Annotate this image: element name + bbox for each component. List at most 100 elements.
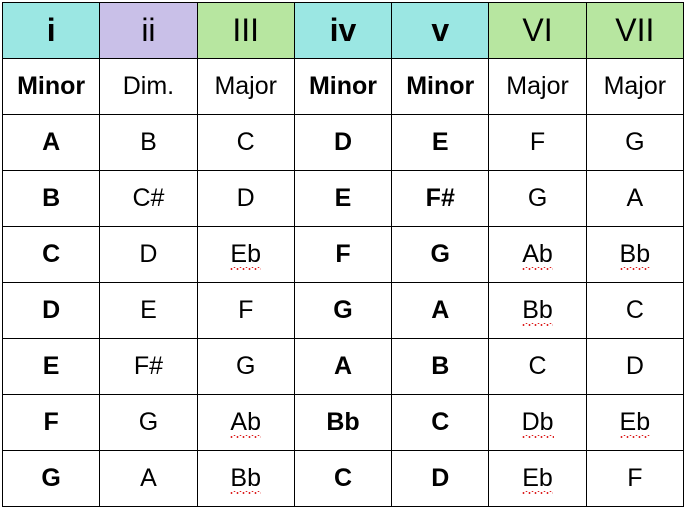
- cell-text: D: [431, 464, 449, 492]
- cell-F-5: C: [392, 395, 489, 451]
- cell-text: G: [333, 296, 352, 324]
- cell-text: C: [529, 352, 547, 380]
- cell-text: B: [42, 184, 60, 212]
- cell-E-1: E: [3, 339, 100, 395]
- cell-text: Eb: [522, 464, 553, 493]
- cell-text: F: [44, 408, 59, 436]
- cell-text: Bb: [522, 296, 553, 325]
- cell-text: F: [530, 128, 545, 156]
- cell-E-5: B: [392, 339, 489, 395]
- cell-E-2: F#: [100, 339, 197, 395]
- cell-text: B: [431, 352, 449, 380]
- cell-text: E: [335, 184, 352, 212]
- cell-text: C: [334, 464, 352, 492]
- cell-text: G: [625, 128, 644, 156]
- cell-text: B: [140, 128, 157, 156]
- cell-text: F#: [426, 184, 455, 212]
- cell-C-6: Ab: [489, 227, 586, 283]
- cell-D-7: C: [586, 283, 683, 339]
- cell-A-7: G: [586, 115, 683, 171]
- cell-text: C: [626, 296, 644, 324]
- cell-C-7: Bb: [586, 227, 683, 283]
- cell-text: C#: [132, 184, 164, 212]
- cell-text: G: [528, 184, 547, 212]
- roman-3: III: [197, 3, 294, 59]
- cell-text: D: [237, 184, 255, 212]
- cell-B-4: E: [294, 171, 391, 227]
- cell-G-1: G: [3, 451, 100, 507]
- quality-5: Minor: [392, 59, 489, 115]
- cell-E-6: C: [489, 339, 586, 395]
- cell-D-5: A: [392, 283, 489, 339]
- cell-text: Db: [522, 408, 554, 437]
- cell-C-3: Eb: [197, 227, 294, 283]
- chord-table: iiiIIIivvVIVIIMinorDim.MajorMinorMinorMa…: [2, 2, 684, 507]
- cell-C-1: C: [3, 227, 100, 283]
- cell-F-4: Bb: [294, 395, 391, 451]
- quality-1: Minor: [3, 59, 100, 115]
- quality-7: Major: [586, 59, 683, 115]
- cell-text: A: [627, 184, 644, 212]
- cell-D-1: D: [3, 283, 100, 339]
- cell-D-4: G: [294, 283, 391, 339]
- cell-E-4: A: [294, 339, 391, 395]
- cell-F-1: F: [3, 395, 100, 451]
- cell-A-6: F: [489, 115, 586, 171]
- cell-text: F: [238, 296, 253, 324]
- cell-text: Ab: [230, 408, 261, 437]
- key-row-F: F G Ab Bb C Db Eb: [3, 395, 684, 451]
- cell-text: G: [236, 352, 255, 380]
- cell-text: G: [431, 240, 450, 268]
- quality-3: Major: [197, 59, 294, 115]
- cell-text: Bb: [620, 240, 651, 269]
- cell-text: Ab: [522, 240, 553, 269]
- cell-text: C: [431, 408, 449, 436]
- cell-C-4: F: [294, 227, 391, 283]
- roman-4: iv: [294, 3, 391, 59]
- roman-2: ii: [100, 3, 197, 59]
- cell-text: G: [41, 464, 60, 492]
- cell-text: C: [237, 128, 255, 156]
- cell-text: A: [140, 464, 157, 492]
- cell-text: D: [139, 240, 157, 268]
- header-row-roman: iiiIIIivvVIVII: [3, 3, 684, 59]
- cell-B-5: F#: [392, 171, 489, 227]
- cell-F-6: Db: [489, 395, 586, 451]
- cell-text: G: [139, 408, 158, 436]
- cell-text: D: [334, 128, 352, 156]
- cell-A-1: A: [3, 115, 100, 171]
- cell-text: A: [431, 296, 449, 324]
- cell-text: D: [42, 296, 60, 324]
- cell-E-7: D: [586, 339, 683, 395]
- cell-text: Eb: [620, 408, 651, 437]
- cell-text: A: [334, 352, 352, 380]
- roman-6: VI: [489, 3, 586, 59]
- cell-text: E: [43, 352, 60, 380]
- cell-text: A: [42, 128, 60, 156]
- quality-6: Major: [489, 59, 586, 115]
- cell-F-3: Ab: [197, 395, 294, 451]
- cell-G-2: A: [100, 451, 197, 507]
- key-row-A: A B C D E F G: [3, 115, 684, 171]
- key-row-B: B C# D E F# G A: [3, 171, 684, 227]
- cell-D-6: Bb: [489, 283, 586, 339]
- cell-G-7: F: [586, 451, 683, 507]
- cell-A-2: B: [100, 115, 197, 171]
- cell-text: F: [627, 464, 642, 492]
- roman-7: VII: [586, 3, 683, 59]
- cell-G-6: Eb: [489, 451, 586, 507]
- cell-B-2: C#: [100, 171, 197, 227]
- key-row-C: C D Eb F G Ab Bb: [3, 227, 684, 283]
- quality-4: Minor: [294, 59, 391, 115]
- cell-A-5: E: [392, 115, 489, 171]
- cell-G-3: Bb: [197, 451, 294, 507]
- cell-G-4: C: [294, 451, 391, 507]
- cell-text: E: [432, 128, 449, 156]
- cell-text: Bb: [230, 464, 261, 493]
- roman-5: v: [392, 3, 489, 59]
- header-row-quality: MinorDim.MajorMinorMinorMajorMajor: [3, 59, 684, 115]
- cell-A-4: D: [294, 115, 391, 171]
- cell-text: Eb: [230, 240, 261, 269]
- key-row-G: G A Bb C D Eb F: [3, 451, 684, 507]
- cell-B-6: G: [489, 171, 586, 227]
